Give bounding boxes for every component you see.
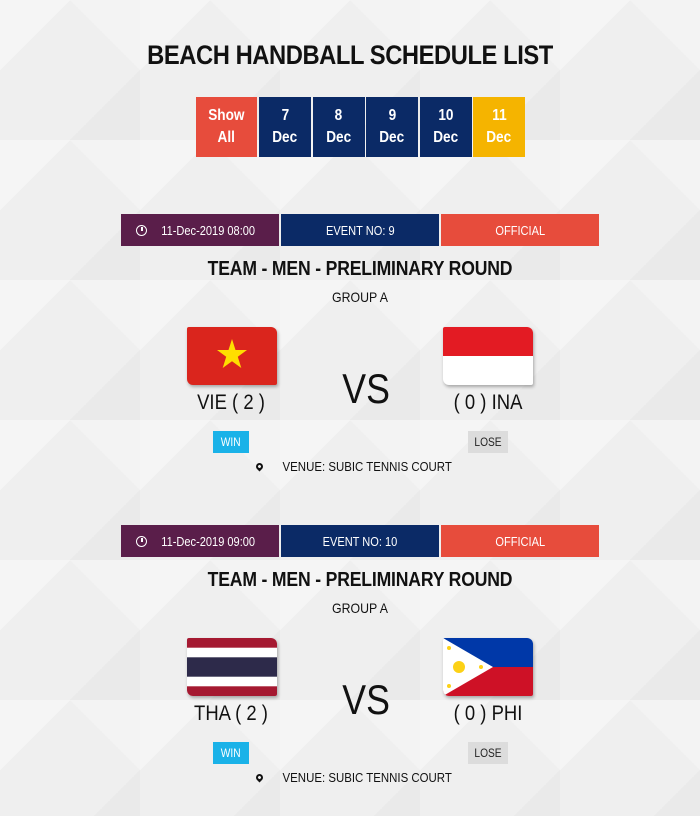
clock-icon <box>136 535 148 547</box>
date-filter-tabs: Show All 7 Dec 8 Dec 9 Dec 10 Dec 11 Dec <box>196 97 527 157</box>
date-tab-month: Dec <box>433 129 458 146</box>
date-tab-day: 7 <box>281 107 289 124</box>
date-tab-11-dec[interactable]: 11 Dec <box>473 97 525 157</box>
match-info-bar: 11-Dec-2019 08:00 EVENT NO: 9 OFFICIAL <box>121 214 599 246</box>
win-badge: WIN <box>213 431 249 453</box>
vs-label: VS <box>342 676 390 723</box>
match-card: 11-Dec-2019 09:00 EVENT NO: 10 OFFICIAL … <box>121 525 599 816</box>
philippines-flag <box>443 638 533 696</box>
page-title: BEACH HANDBALL SCHEDULE LIST <box>147 40 553 70</box>
event-title: TEAM - MEN - PRELIMINARY ROUND <box>207 569 513 591</box>
date-tab-month: Dec <box>379 129 405 146</box>
vs-label: VS <box>342 365 390 412</box>
win-badge-text: WIN <box>221 746 241 760</box>
status-badge: OFFICIAL <box>441 214 599 246</box>
home-team-name: THA ( 2 ) <box>194 702 268 725</box>
venue-text: VENUE: SUBIC TENNIS COURT <box>282 459 452 474</box>
match-teams: VIE ( 2 ) VS ( 0 ) INA WIN LOSE VENUE: S… <box>121 305 599 505</box>
date-tab-day: 8 <box>334 107 343 124</box>
venue: VENUE: SUBIC TENNIS COURT <box>121 770 599 785</box>
clock-icon <box>136 224 148 236</box>
indonesia-flag <box>443 327 533 385</box>
venue-text: VENUE: SUBIC TENNIS COURT <box>282 770 452 785</box>
date-tab-month: Dec <box>326 129 351 146</box>
date-tab-10-dec[interactable]: 10 Dec <box>419 97 472 157</box>
status-text: OFFICIAL <box>495 533 545 549</box>
date-tab-9-dec[interactable]: 9 Dec <box>366 97 418 157</box>
status-text: OFFICIAL <box>495 222 545 238</box>
match-datetime: 11-Dec-2019 09:00 <box>121 525 279 557</box>
win-badge: WIN <box>213 742 249 764</box>
event-number: EVENT NO: 9 <box>281 214 439 246</box>
date-tab-label: All <box>217 129 236 146</box>
group-label: GROUP A <box>332 289 388 305</box>
match-teams: THA ( 2 ) VS ( 0 ) PHI WIN LOSE VENUE: S… <box>121 616 599 816</box>
date-tab-month: Dec <box>486 129 512 146</box>
date-tab-day: 10 <box>437 107 454 124</box>
win-badge-text: WIN <box>221 435 241 449</box>
status-badge: OFFICIAL <box>441 525 599 557</box>
match-datetime-text: 11-Dec-2019 09:00 <box>161 533 256 549</box>
lose-badge: LOSE <box>468 431 508 453</box>
location-pin-icon <box>255 772 265 783</box>
lose-badge: LOSE <box>468 742 508 764</box>
match-info-bar: 11-Dec-2019 09:00 EVENT NO: 10 OFFICIAL <box>121 525 599 557</box>
match-card: 11-Dec-2019 08:00 EVENT NO: 9 OFFICIAL T… <box>121 214 599 505</box>
event-number-text: EVENT NO: 9 <box>325 222 395 238</box>
thailand-flag <box>187 638 277 696</box>
location-pin-icon <box>255 461 265 472</box>
date-tab-month: Dec <box>272 129 298 146</box>
match-datetime-text: 11-Dec-2019 08:00 <box>161 222 256 238</box>
date-tab-day: 11 <box>491 107 507 124</box>
event-title: TEAM - MEN - PRELIMINARY ROUND <box>207 258 513 280</box>
away-team-name: ( 0 ) INA <box>453 391 523 414</box>
home-team-name: VIE ( 2 ) <box>197 391 265 414</box>
vietnam-flag <box>187 327 277 385</box>
match-datetime: 11-Dec-2019 08:00 <box>121 214 279 246</box>
date-tab-8-dec[interactable]: 8 Dec <box>312 97 365 157</box>
event-number: EVENT NO: 10 <box>281 525 439 557</box>
away-team-name: ( 0 ) PHI <box>453 702 523 725</box>
lose-badge-text: LOSE <box>474 435 502 449</box>
date-tab-show-all[interactable]: Show All <box>196 97 257 157</box>
lose-badge-text: LOSE <box>474 746 502 760</box>
venue: VENUE: SUBIC TENNIS COURT <box>121 459 599 474</box>
event-number-text: EVENT NO: 10 <box>322 533 398 549</box>
date-tab-day: 9 <box>388 107 396 124</box>
date-tab-7-dec[interactable]: 7 Dec <box>259 97 311 157</box>
group-label: GROUP A <box>332 600 388 616</box>
date-tab-label: Show <box>208 107 245 124</box>
